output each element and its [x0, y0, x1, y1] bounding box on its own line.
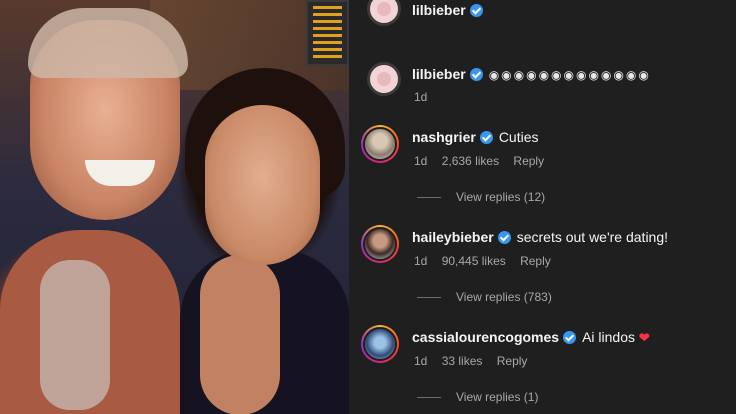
person-left-shirt — [40, 260, 110, 410]
comment-username[interactable]: lilbieber — [412, 66, 466, 82]
comment-text: ◉◉◉◉◉◉◉◉◉◉◉◉◉ — [488, 68, 651, 82]
comment-username[interactable]: cassialourencogomes — [412, 329, 559, 345]
verified-badge-icon — [469, 68, 483, 81]
avatar-image — [363, 127, 397, 161]
heart-emoji-icon: ❤ — [638, 330, 650, 345]
reply-button[interactable]: Reply — [520, 254, 551, 268]
person-left-hair — [28, 8, 188, 78]
comments-panel: lilbieber lilbieber ◉◉◉◉◉◉◉◉◉◉◉◉◉ 1d nash… — [349, 0, 736, 414]
view-replies-label[interactable]: View replies (12) — [456, 190, 545, 204]
verified-badge-icon — [479, 131, 493, 144]
divider-line — [417, 297, 441, 299]
background-screen — [306, 0, 349, 66]
avatar-image — [363, 227, 397, 261]
comment-meta: 1d 33 likes Reply — [414, 354, 538, 368]
avatar-image — [363, 327, 397, 361]
comment-username[interactable]: nashgrier — [412, 129, 476, 145]
verified-badge-icon — [497, 231, 511, 244]
reply-button[interactable]: Reply — [497, 354, 528, 368]
view-replies-button[interactable]: View replies (783) — [417, 290, 552, 304]
comment-line: haileybieber secrets out we're dating! — [412, 229, 668, 245]
comment-likes[interactable]: 2,636 likes — [442, 154, 499, 168]
comment-text: secrets out we're dating! — [516, 229, 669, 245]
comment-line: lilbieber ◉◉◉◉◉◉◉◉◉◉◉◉◉ — [412, 66, 651, 82]
comment-meta: 1d 2,636 likes Reply — [414, 154, 555, 168]
view-replies-button[interactable]: View replies (12) — [417, 190, 545, 204]
comment-line: nashgrier Cuties — [412, 129, 539, 145]
view-replies-label[interactable]: View replies (783) — [456, 290, 552, 304]
person-right-face — [205, 105, 320, 265]
comment-avatar[interactable] — [361, 325, 399, 363]
header-avatar[interactable] — [367, 0, 401, 26]
divider-line — [417, 197, 441, 199]
comment-likes[interactable]: 33 likes — [442, 354, 483, 368]
comment-meta: 1d — [414, 90, 438, 104]
comment-avatar[interactable] — [361, 125, 399, 163]
comment-time: 1d — [414, 254, 428, 268]
comment-text: Ai lindos — [582, 329, 635, 345]
verified-badge-icon — [563, 331, 577, 344]
verified-badge-icon — [469, 4, 483, 17]
comment-time: 1d — [414, 154, 428, 168]
person-right-shoulder — [200, 255, 280, 414]
comment-avatar[interactable] — [361, 225, 399, 263]
header-username-row[interactable]: lilbieber — [412, 2, 483, 18]
divider-line — [417, 397, 441, 399]
comment-username[interactable]: haileybieber — [412, 229, 494, 245]
view-replies-label[interactable]: View replies (1) — [456, 390, 538, 404]
comment-likes[interactable]: 90,445 likes — [442, 254, 506, 268]
comment-time: 1d — [414, 90, 428, 104]
reply-button[interactable]: Reply — [513, 154, 544, 168]
comment-meta: 1d 90,445 likes Reply — [414, 254, 562, 268]
comment-time: 1d — [414, 354, 428, 368]
view-replies-button[interactable]: View replies (1) — [417, 390, 538, 404]
post-photo[interactable] — [0, 0, 349, 414]
comment-text: Cuties — [498, 129, 539, 145]
comment-avatar[interactable] — [367, 62, 401, 96]
comment-line: cassialourencogomes Ai lindos ❤ — [412, 329, 650, 346]
header-username[interactable]: lilbieber — [412, 2, 466, 18]
